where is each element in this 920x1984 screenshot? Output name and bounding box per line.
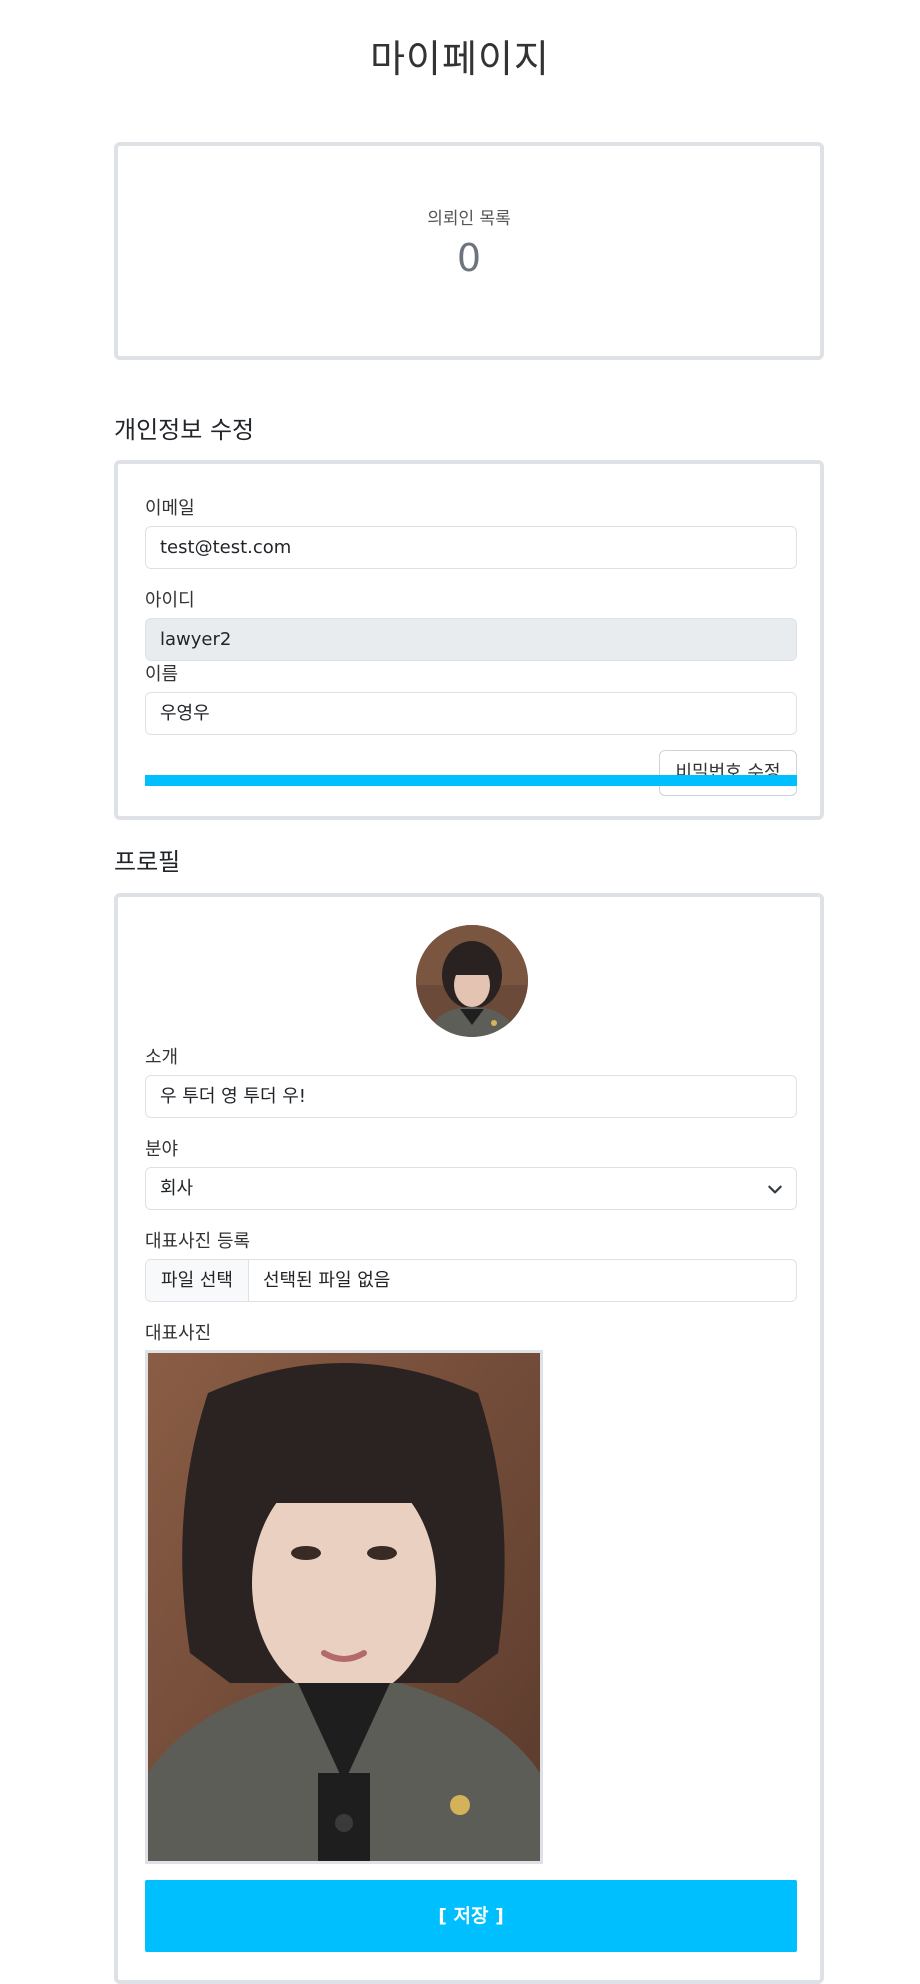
accent-bar (145, 775, 797, 786)
personal-info-card: 이메일 test@test.com 아이디 lawyer2 이름 우영우 비밀번… (114, 460, 824, 820)
page-title: 마이페이지 (370, 37, 550, 81)
photo-upload-label: 대표사진 등록 (145, 1231, 251, 1252)
name-label: 이름 (145, 664, 179, 685)
save-button[interactable]: [ 저장 ] (145, 1880, 797, 1952)
clients-count[interactable]: 0 (118, 236, 820, 280)
user-id-label: 아이디 (145, 590, 195, 611)
intro-label: 소개 (145, 1047, 179, 1068)
clients-label: 의뢰인 목록 (427, 209, 511, 229)
email-field[interactable]: test@test.com (145, 526, 797, 569)
clients-summary-card: 의뢰인 목록 0 (114, 142, 824, 360)
field-select-value: 회사 (160, 1178, 194, 1199)
avatar-image (416, 925, 528, 1037)
change-password-button[interactable]: 비밀번호 수정 (659, 750, 797, 796)
email-label: 이메일 (145, 498, 195, 519)
user-id-field: lawyer2 (145, 618, 797, 661)
field-label: 분야 (145, 1139, 179, 1160)
intro-field[interactable]: 우 투더 영 투더 우! (145, 1075, 797, 1118)
file-status: 선택된 파일 없음 (263, 1270, 391, 1291)
avatar (416, 925, 528, 1037)
profile-heading: 프로필 (114, 848, 181, 876)
name-field[interactable]: 우영우 (145, 692, 797, 735)
choose-file-button[interactable]: 파일 선택 (146, 1260, 249, 1301)
photo-label: 대표사진 (145, 1323, 212, 1344)
personal-info-heading: 개인정보 수정 (114, 416, 255, 444)
field-select[interactable]: 회사 (145, 1167, 797, 1210)
profile-photo-image (148, 1353, 540, 1861)
profile-card: 소개 우 투더 영 투더 우! 분야 회사 대표사진 등록 파일 선택 선택된 … (114, 893, 824, 1984)
chevron-down-icon (768, 1185, 782, 1194)
profile-photo (145, 1350, 543, 1864)
photo-file-input[interactable]: 파일 선택 선택된 파일 없음 (145, 1259, 797, 1302)
